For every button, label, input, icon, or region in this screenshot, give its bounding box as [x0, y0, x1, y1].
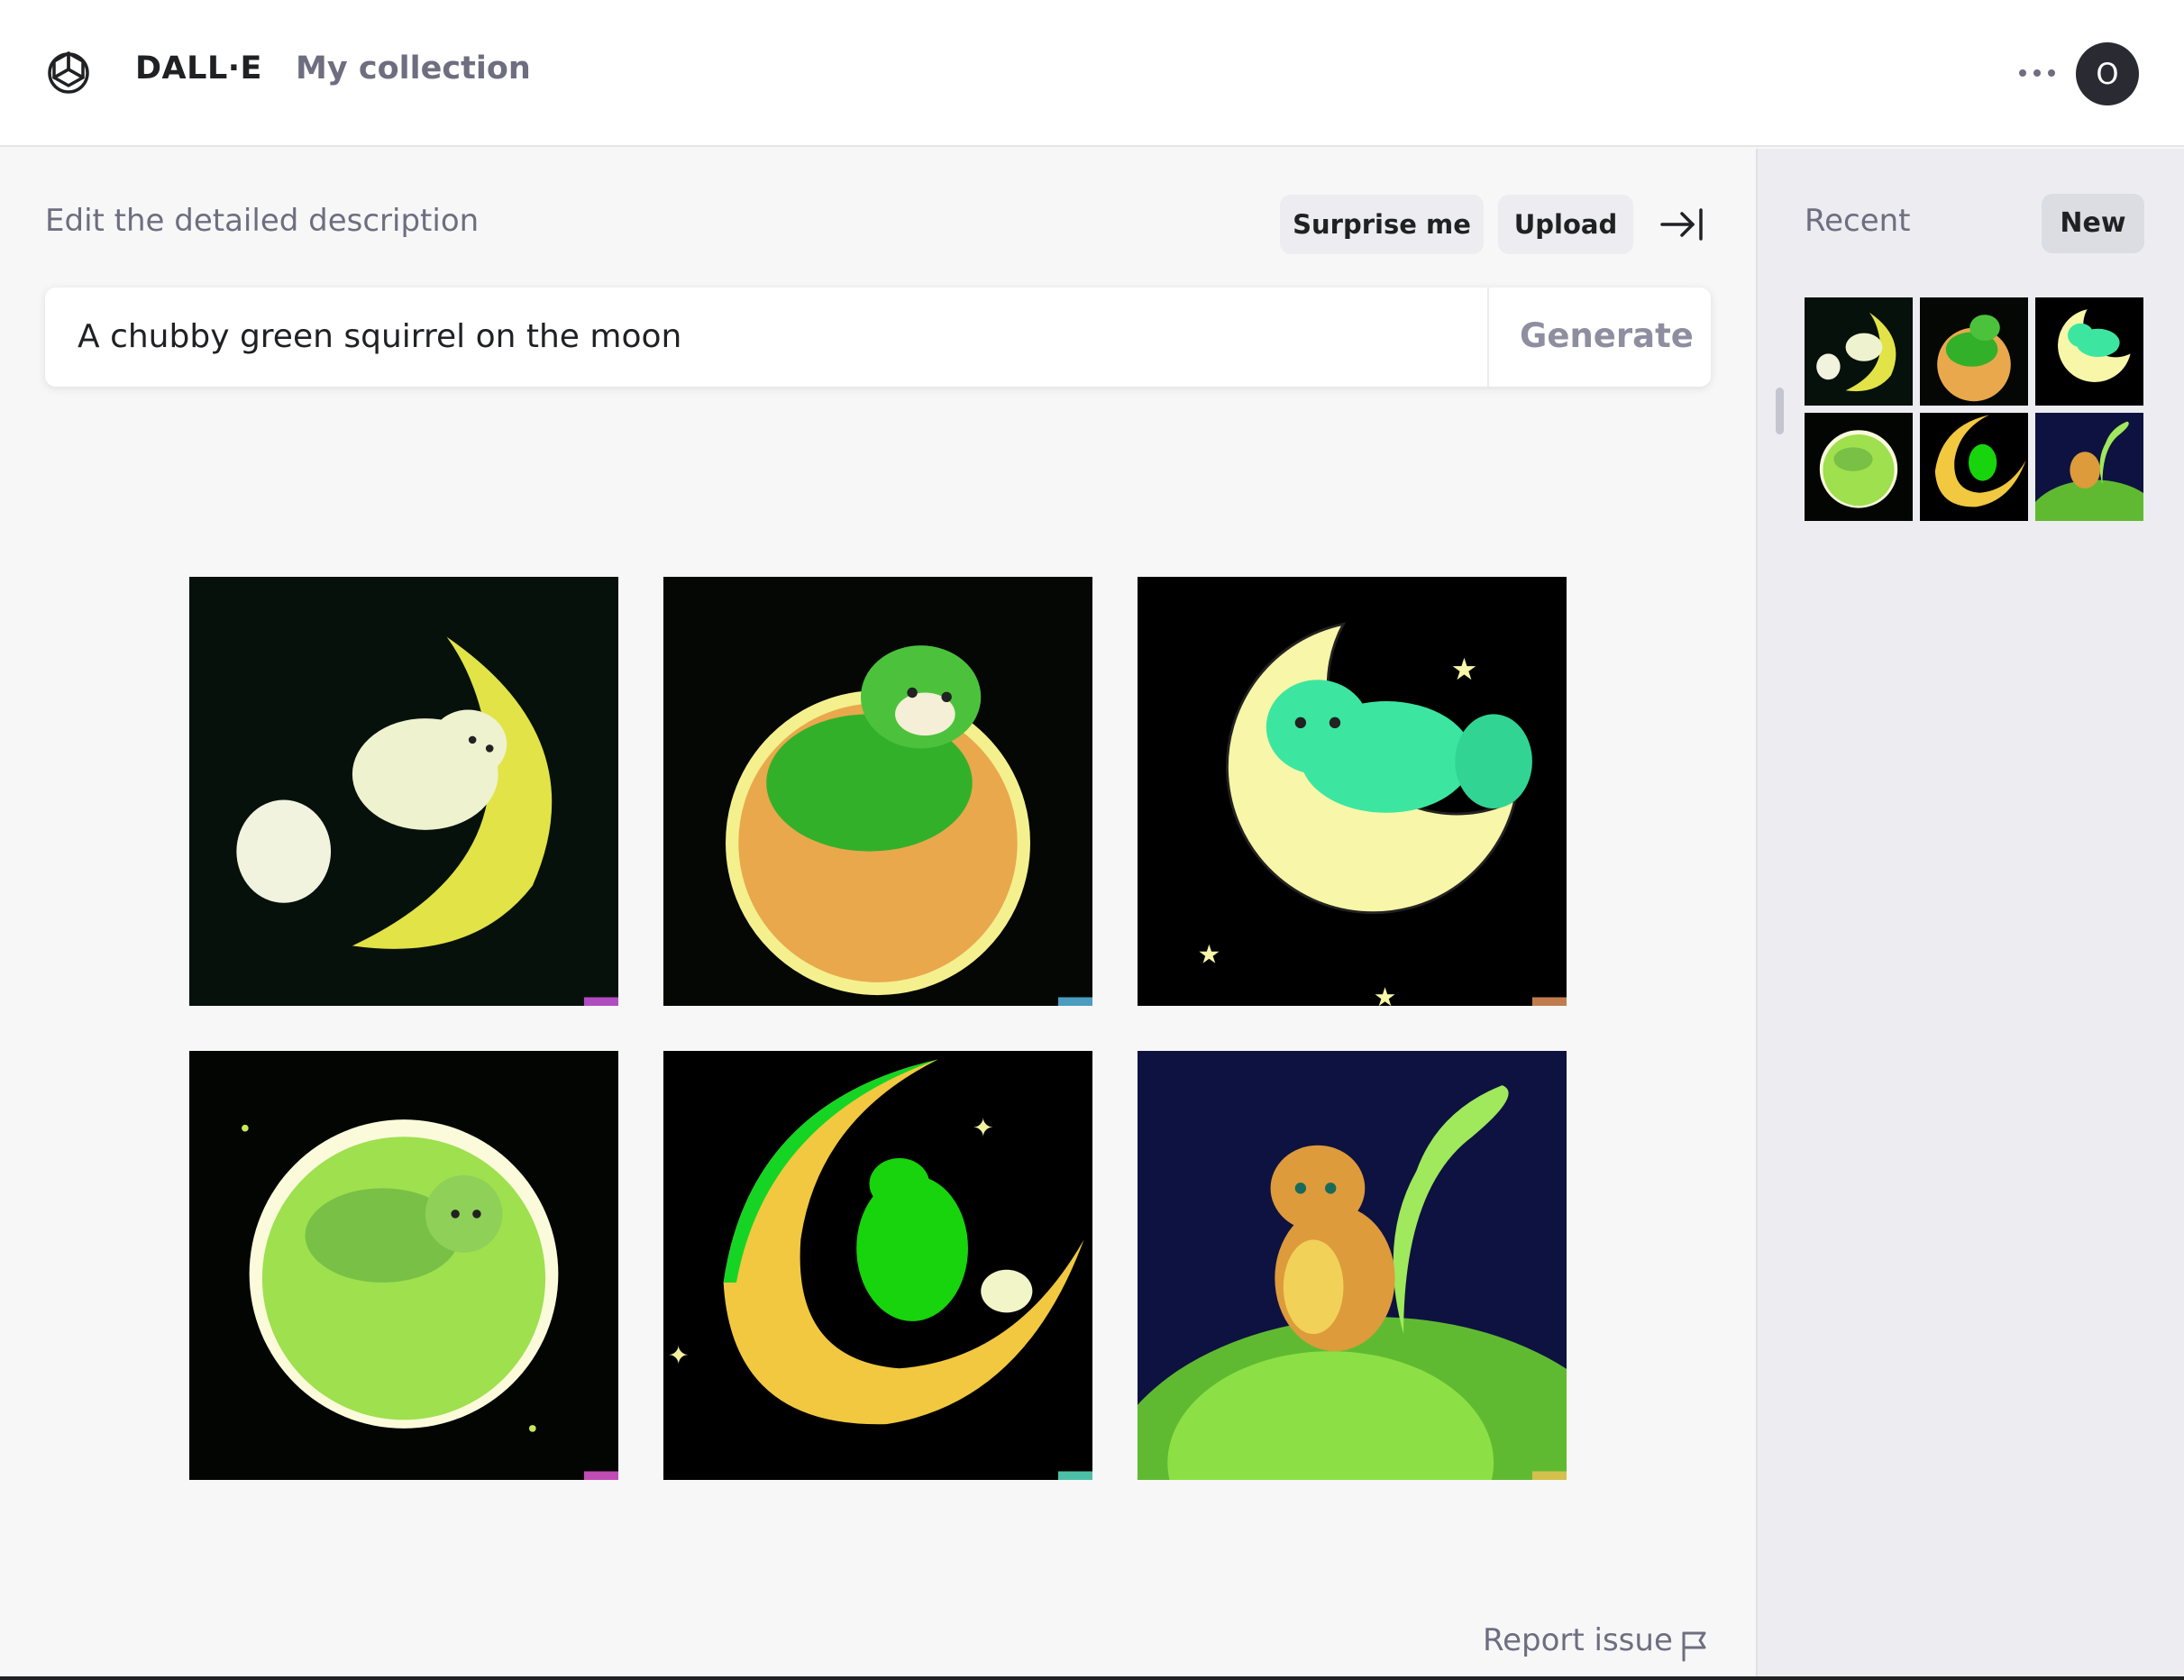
recent-sidebar: Recent New — [1756, 149, 2184, 1680]
result-image-2[interactable] — [663, 577, 1092, 1006]
more-horizontal-icon[interactable] — [2015, 56, 2059, 88]
generate-button[interactable]: Generate — [1520, 316, 1694, 355]
description-label: Edit the detailed description — [45, 203, 480, 239]
prompt-input[interactable]: A chubby green squirrel on the moon — [78, 318, 681, 355]
surprise-me-button[interactable]: Surprise me — [1280, 195, 1484, 254]
scrollbar-thumb[interactable] — [1776, 388, 1784, 434]
brand-title[interactable]: DALL·E — [135, 50, 262, 87]
main-panel: Edit the detailed description Surprise m… — [0, 149, 1756, 1680]
recent-thumb-6[interactable] — [2035, 413, 2143, 521]
svg-text:★: ★ — [1198, 938, 1221, 969]
prompt-divider — [1487, 288, 1489, 387]
svg-text:✦: ✦ — [668, 1339, 690, 1370]
recent-label: Recent — [1805, 203, 1911, 239]
openai-logo-icon[interactable] — [43, 48, 94, 98]
upload-button[interactable]: Upload — [1498, 195, 1633, 254]
report-issue-link[interactable]: Report issue — [1483, 1622, 1673, 1658]
recent-thumb-2[interactable] — [1920, 297, 2028, 406]
new-button[interactable]: New — [2042, 194, 2144, 253]
window-bottom-border — [0, 1676, 2184, 1680]
result-image-6[interactable] — [1138, 1051, 1567, 1480]
avatar[interactable]: O — [2076, 42, 2139, 105]
svg-text:✦: ✦ — [973, 1112, 994, 1143]
result-image-4[interactable] — [189, 1051, 618, 1480]
top-bar: DALL·E My collection O — [0, 0, 2184, 147]
recent-thumb-4[interactable] — [1805, 413, 1913, 521]
my-collection-link[interactable]: My collection — [296, 50, 531, 87]
flag-icon[interactable] — [1679, 1630, 1710, 1662]
result-image-5[interactable]: ✦ ✦ — [663, 1051, 1092, 1480]
recent-thumb-1[interactable] — [1805, 297, 1913, 406]
recent-thumb-3[interactable] — [2035, 297, 2143, 406]
svg-text:★: ★ — [1450, 652, 1477, 687]
collapse-sidebar-icon[interactable] — [1659, 205, 1705, 244]
prompt-field[interactable]: A chubby green squirrel on the moon Gene… — [45, 288, 1711, 387]
svg-text:★: ★ — [1374, 982, 1397, 1006]
result-image-3[interactable]: ★ ★ ★ — [1138, 577, 1567, 1006]
recent-thumb-5[interactable] — [1920, 413, 2028, 521]
result-image-1[interactable] — [189, 577, 618, 1006]
